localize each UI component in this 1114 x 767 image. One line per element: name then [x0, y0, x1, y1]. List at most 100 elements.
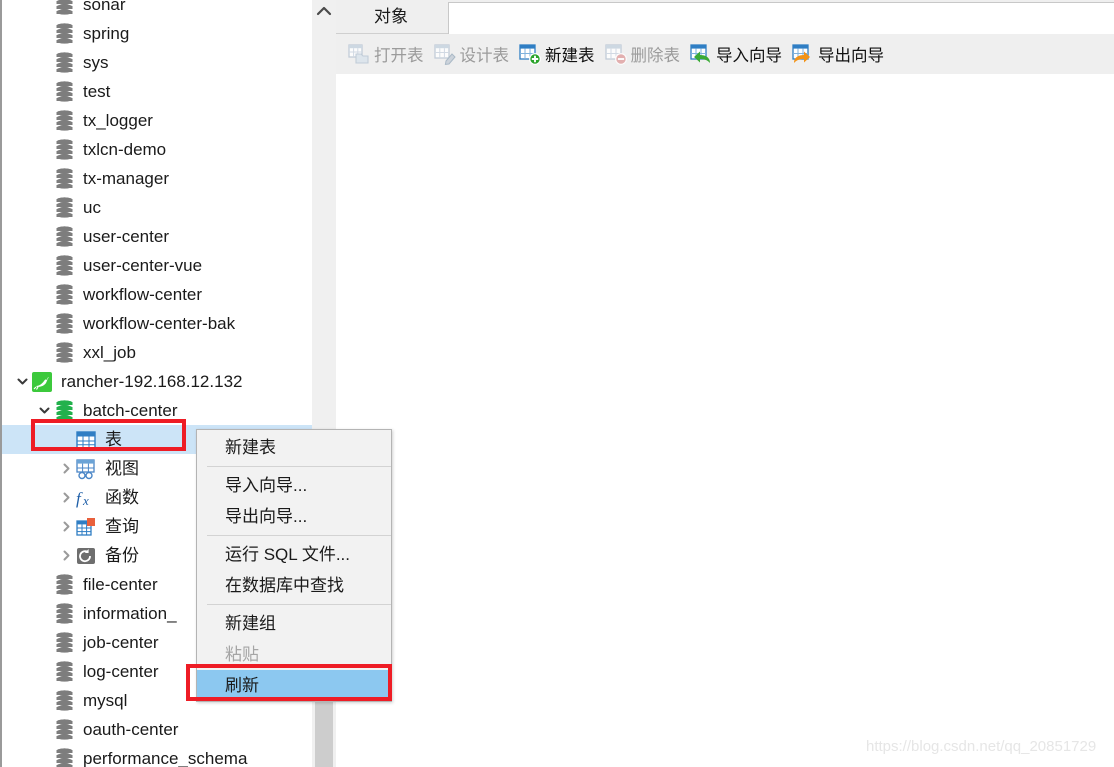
new-table-button[interactable]: 新建表: [515, 38, 599, 70]
scroll-up-icon[interactable]: [312, 0, 336, 22]
tree-chevron-placeholder: [36, 657, 52, 686]
database-icon: [52, 22, 76, 46]
tree-chevron-placeholder: [36, 744, 52, 767]
tree-indent-spacer: [2, 599, 36, 628]
tree-chevron-placeholder: [36, 686, 52, 715]
tree-item-oauth-center[interactable]: oauth-center: [2, 715, 312, 744]
tree-indent-spacer: [2, 715, 36, 744]
tree-indent-spacer: [2, 164, 36, 193]
tree-item-batch-center[interactable]: batch-center: [2, 396, 312, 425]
menu-item-9: 粘贴: [225, 645, 259, 664]
queries-icon: [74, 515, 98, 539]
tree-indent-spacer: [2, 396, 36, 425]
tree-item-user-center[interactable]: user-center: [2, 222, 312, 251]
tree-indent-spacer: [2, 657, 36, 686]
menu-item-10[interactable]: 刷新: [197, 670, 391, 701]
toolbar-button-label: 新建表: [545, 47, 595, 65]
tree-item-label: sys: [83, 53, 109, 72]
chevron-down-icon[interactable]: [36, 396, 52, 425]
svg-text:f: f: [76, 489, 83, 508]
design-table-button: 设计表: [430, 38, 514, 70]
tree-item-label: 备份: [105, 546, 139, 565]
tree-item-user-center-vue[interactable]: user-center-vue: [2, 251, 312, 280]
tree-indent-spacer: [2, 570, 36, 599]
tree-item-workflow-center[interactable]: workflow-center: [2, 280, 312, 309]
tree-item-uc[interactable]: uc: [2, 193, 312, 222]
tree-chevron-placeholder: [36, 338, 52, 367]
tab-object[interactable]: 对象: [374, 0, 408, 33]
database-icon: [52, 254, 76, 278]
watermark: https://blog.csdn.net/qq_20851729: [866, 738, 1097, 755]
tree-item-label: user-center: [83, 227, 169, 246]
tree-indent-spacer: [2, 135, 36, 164]
tab-bar[interactable]: 对象: [336, 0, 1114, 34]
object-toolbar[interactable]: 打开表 设计表 新建表 删除表 导入向导 导出向导: [336, 34, 1114, 75]
tree-indent-spacer: [2, 686, 36, 715]
menu-item-2[interactable]: 导入向导...: [197, 470, 391, 501]
tree-chevron-placeholder: [36, 164, 52, 193]
tree-indent-spacer: [2, 106, 36, 135]
tree-indent-spacer: [2, 193, 36, 222]
tree-indent-spacer: [2, 19, 36, 48]
chevron-right-icon[interactable]: [58, 541, 74, 570]
database-icon: [52, 341, 76, 365]
tree-chevron-placeholder: [36, 193, 52, 222]
navicat-window: sonar spring sys test tx_logger txlcn-demo tx-…: [0, 0, 1114, 767]
tree-item-label: performance_schema: [83, 749, 248, 767]
scrollbar-thumb[interactable]: [315, 700, 333, 767]
tree-item-tx-logger[interactable]: tx_logger: [2, 106, 312, 135]
tables-icon: [74, 428, 98, 452]
tree-item-sonar[interactable]: sonar: [2, 0, 312, 19]
tree-item-tx-manager[interactable]: tx-manager: [2, 164, 312, 193]
chevron-down-icon[interactable]: [14, 367, 30, 396]
menu-item-6[interactable]: 在数据库中查找: [197, 570, 391, 601]
tree-item-label: spring: [83, 24, 130, 43]
tree-item-label: tx_logger: [83, 111, 153, 130]
tree-item-label: user-center-vue: [83, 256, 203, 275]
database-icon: [52, 138, 76, 162]
tree-item-label: 查询: [105, 517, 139, 536]
menu-item-3[interactable]: 导出向导...: [197, 501, 391, 532]
tree-chevron-placeholder: [36, 570, 52, 599]
tree-item-txlcn-demo[interactable]: txlcn-demo: [2, 135, 312, 164]
tree-indent-spacer: [2, 541, 58, 570]
menu-item-5[interactable]: 运行 SQL 文件...: [197, 539, 391, 570]
tree-item-test[interactable]: test: [2, 77, 312, 106]
tree-item-label: file-center: [83, 575, 158, 594]
chevron-right-icon[interactable]: [58, 483, 74, 512]
database-icon: [52, 747, 76, 767]
object-list-pane[interactable]: [336, 74, 1114, 767]
import-wizard-icon: [690, 43, 712, 65]
menu-item-8[interactable]: 新建组: [197, 608, 391, 639]
export-wizard-button[interactable]: 导出向导: [788, 38, 888, 70]
database-icon: [52, 80, 76, 104]
import-wizard-button[interactable]: 导入向导: [686, 38, 786, 70]
tree-chevron-placeholder: [36, 48, 52, 77]
menu-separator: [207, 535, 391, 536]
tree-indent-spacer: [2, 425, 58, 454]
chevron-right-icon[interactable]: [58, 512, 74, 541]
tree-item-label: workflow-center-bak: [83, 314, 236, 333]
tree-item-spring[interactable]: spring: [2, 19, 312, 48]
tree-item-label: tx-manager: [83, 169, 169, 188]
tree-item-performance-schema[interactable]: performance_schema: [2, 744, 312, 767]
tree-item-label: sonar: [83, 0, 126, 14]
tree-item-xxl-job[interactable]: xxl_job: [2, 338, 312, 367]
menu-separator: [207, 604, 391, 605]
tree-item-sys[interactable]: sys: [2, 48, 312, 77]
database-icon: [52, 602, 76, 626]
tree-item-label: xxl_job: [83, 343, 136, 362]
chevron-right-icon[interactable]: [58, 454, 74, 483]
tree-item-workflow-center-bak[interactable]: workflow-center-bak: [2, 309, 312, 338]
tree-item-label: workflow-center: [83, 285, 203, 304]
tree-chevron-placeholder: [36, 135, 52, 164]
menu-item-0[interactable]: 新建表: [197, 432, 391, 463]
tree-item-rancher-192-168-12-132[interactable]: rancher-192.168.12.132: [2, 367, 312, 396]
tree-chevron-placeholder: [36, 628, 52, 657]
context-menu[interactable]: 新建表导入向导... 导出向导... 运行 SQL 文件... 在数据库中查找 新建组粘…: [196, 429, 392, 702]
tree-chevron-placeholder: [36, 77, 52, 106]
open-table-icon: [348, 43, 370, 65]
database-icon: [52, 109, 76, 133]
toolbar-button-label: 删除表: [630, 47, 681, 65]
tree-chevron-placeholder: [36, 599, 52, 628]
